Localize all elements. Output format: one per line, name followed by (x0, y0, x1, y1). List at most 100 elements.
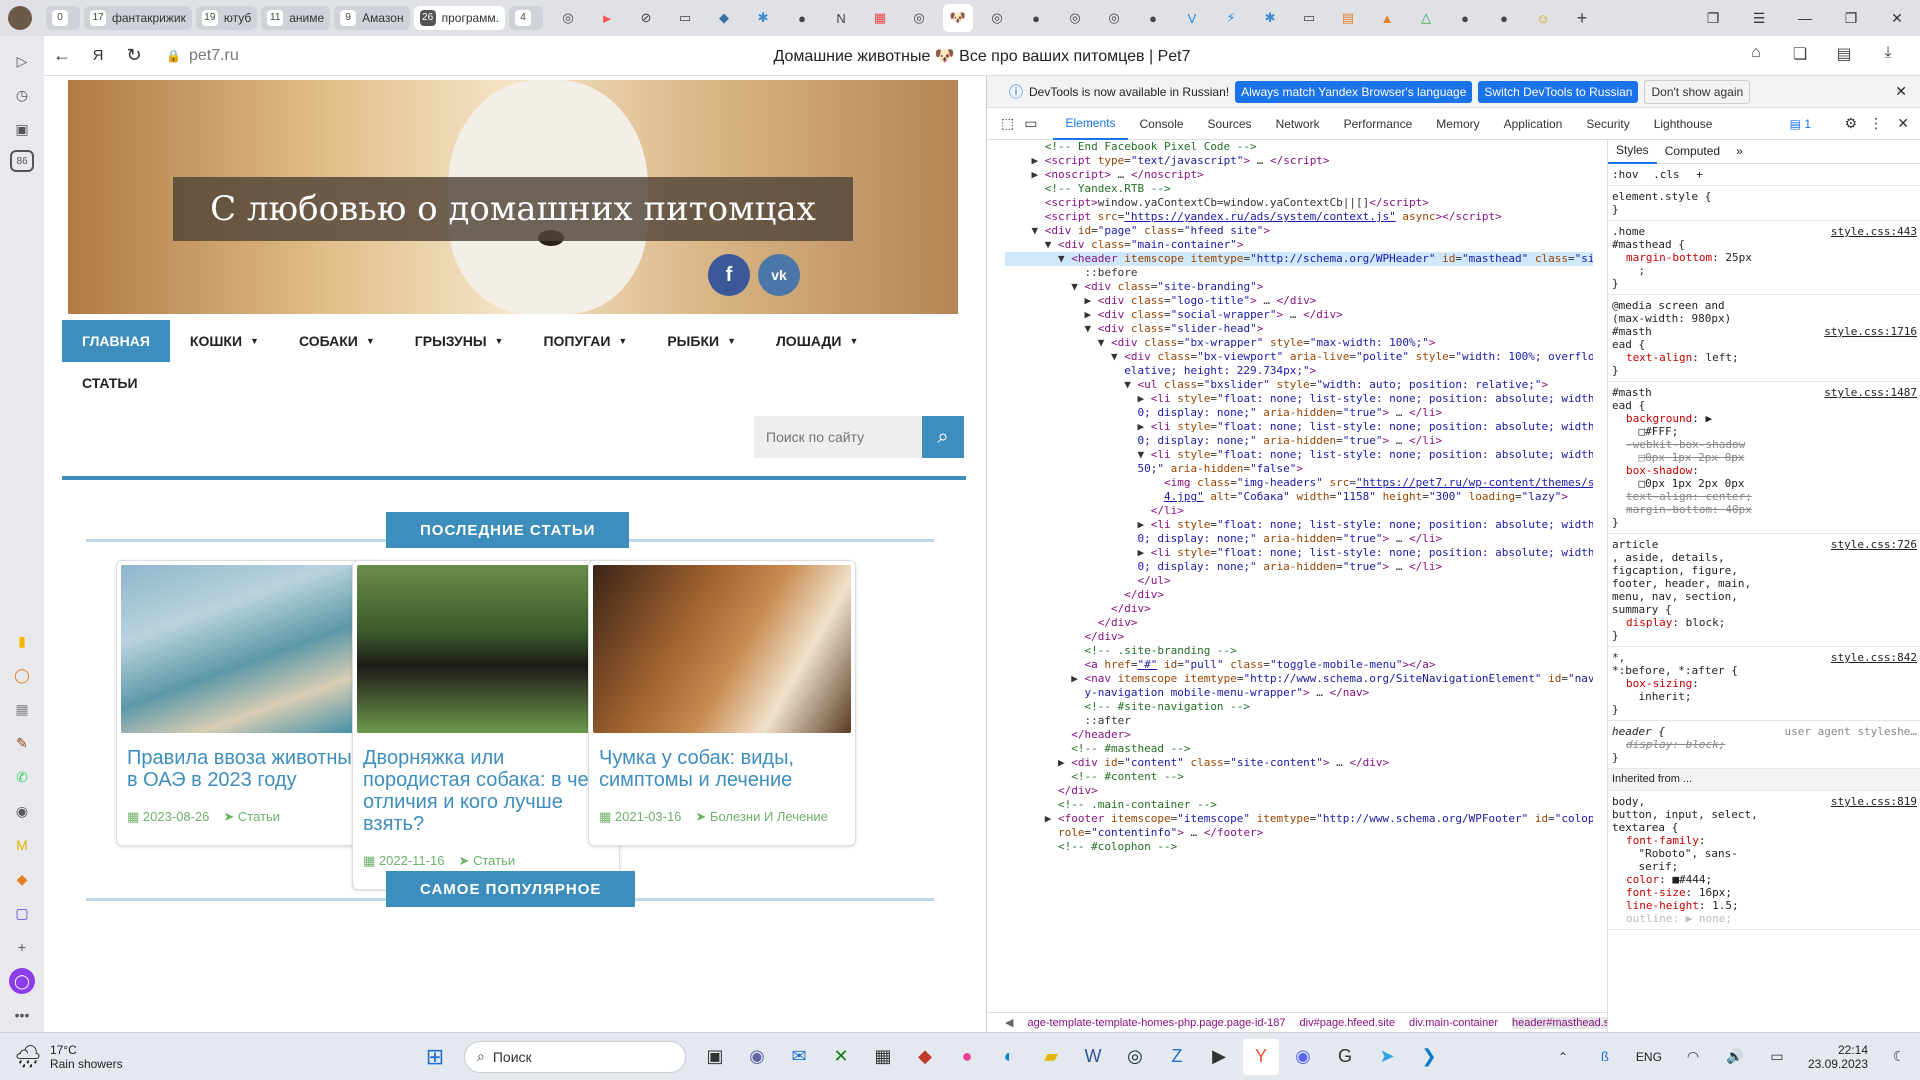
github-tab-icon-4[interactable]: ● (1489, 4, 1519, 32)
circle-tab-icon[interactable]: ● (1450, 4, 1480, 32)
explorer-icon[interactable]: ▰ (1033, 1039, 1069, 1075)
app-tab-icon-2[interactable]: ✱ (1255, 4, 1285, 32)
nav-item[interactable]: ЛОШАДИ ▼ (756, 320, 878, 362)
z-app-icon[interactable]: Z (1159, 1039, 1195, 1075)
devtools-tab[interactable]: Network (1264, 108, 1332, 140)
app-icon-1[interactable]: ▮ (9, 628, 35, 654)
back-icon[interactable]: ← (44, 45, 80, 66)
dom-line[interactable]: ▼ <ul class="bxslider" style="width: aut… (1005, 378, 1593, 392)
share-tab-icon[interactable]: ⚡ (1216, 4, 1246, 32)
dom-line[interactable]: <!-- #site-navigation --> (1005, 700, 1593, 714)
dom-line[interactable]: elative; height: 229.734px;"> (1005, 364, 1593, 378)
paint-icon[interactable]: ● (949, 1039, 985, 1075)
tray-chevron-icon[interactable]: ⌃ (1545, 1039, 1581, 1075)
player-icon[interactable]: ▶ (1201, 1039, 1237, 1075)
style-rule[interactable]: user agent styleshe… header {display: blo… (1608, 721, 1920, 769)
scroll-left-icon[interactable]: ◀ (1005, 1016, 1013, 1029)
tab-computed[interactable]: Computed (1657, 145, 1728, 158)
bluetooth-icon[interactable]: ß (1587, 1039, 1623, 1075)
dom-line[interactable]: </div> (1005, 784, 1593, 798)
article-card[interactable]: Чумка у собак: виды, симптомы и лечение … (588, 560, 856, 846)
document-tab-icon-2[interactable]: ▭ (1294, 4, 1324, 32)
teams-icon[interactable]: ◉ (739, 1039, 775, 1075)
mail-icon[interactable]: ✉ (781, 1039, 817, 1075)
dom-line[interactable]: </header> (1005, 728, 1593, 742)
dom-line-selected[interactable]: ▼ <header itemscope itemtype="http://sch… (1005, 252, 1593, 266)
yandex-icon[interactable]: Я (80, 47, 116, 64)
dom-tree[interactable]: <!-- End Facebook Pixel Code --> ▶ <scri… (1005, 140, 1593, 1010)
search-input[interactable] (754, 416, 922, 458)
openai-tab-icon-3[interactable]: ◎ (982, 4, 1012, 32)
dom-line[interactable]: ▶ <footer itemscope="itemscope" itemtype… (1005, 812, 1593, 826)
clock[interactable]: 22:14 23.09.2023 (1808, 1043, 1868, 1071)
dom-line[interactable]: ▼ <div class="bx-viewport" aria-live="po… (1005, 350, 1593, 364)
tabs-icon[interactable]: ❐ (1690, 10, 1736, 27)
hov-toggle[interactable]: :hov (1612, 168, 1639, 181)
breadcrumb-item[interactable]: age-template-template-homes-php.page.pag… (1027, 1017, 1285, 1029)
dom-line[interactable]: <img class="img-headers" src="https://pe… (1005, 476, 1593, 490)
edge-icon[interactable]: ◐ (991, 1039, 1027, 1075)
nav-item[interactable]: СОБАКИ ▼ (279, 320, 395, 362)
dom-line[interactable]: <!-- .main-container --> (1005, 798, 1593, 812)
article-category[interactable]: Статьи (238, 809, 280, 824)
dom-line[interactable]: ▶ <script type="text/javascript"> … </sc… (1005, 154, 1593, 168)
style-rule[interactable]: style.css:443 .home #masthead {margin-bott… (1608, 221, 1920, 295)
pet7-tab-icon[interactable]: 🐶 (943, 4, 974, 32)
dom-line[interactable]: <!-- #masthead --> (1005, 742, 1593, 756)
facebook-icon[interactable]: f (708, 254, 750, 296)
nav-item[interactable]: КОШКИ ▼ (170, 320, 279, 362)
url-field[interactable]: 🔒 pet7.ru (166, 47, 239, 65)
device-icon[interactable]: ▭ (1024, 115, 1037, 132)
dom-line[interactable]: </div> (1005, 602, 1593, 616)
notion-tab-icon[interactable]: N (826, 4, 856, 32)
profile-avatar[interactable] (8, 6, 32, 30)
dom-line[interactable]: </div> (1005, 616, 1593, 630)
style-rule[interactable]: style.css:1487 #masth ead {background: ▶ □… (1608, 382, 1920, 534)
dom-line[interactable]: </li> (1005, 504, 1593, 518)
article-title[interactable]: Чумка у собак: виды, симптомы и лечение (599, 747, 845, 791)
dom-line[interactable]: 0; display: none;" aria-hidden="true"> …… (1005, 406, 1593, 420)
tab-group[interactable]: 9 Амазон (334, 6, 410, 30)
telegram-icon[interactable]: ➤ (1369, 1039, 1405, 1075)
settings-icon[interactable]: ⚙ (1844, 115, 1857, 132)
dom-line[interactable]: ▼ <div class="main-container"> (1005, 238, 1593, 252)
screenshot-icon[interactable]: ▣ (9, 116, 35, 142)
dom-line[interactable]: ▼ <div class="slider-head"> (1005, 322, 1593, 336)
category-label[interactable]: ➤ Статьи (223, 809, 280, 825)
openai-tab-icon-4[interactable]: ◎ (1060, 4, 1090, 32)
style-rule[interactable]: @media screen and (max-width: 980px) style… (1608, 295, 1920, 382)
tab-styles[interactable]: Styles (1608, 140, 1657, 164)
close-banner-icon[interactable]: ✕ (1895, 83, 1907, 100)
breadcrumb-item[interactable]: header#masthead.site-header (1512, 1016, 1607, 1029)
search-button[interactable]: ⌕ (922, 416, 964, 458)
counter-badge[interactable]: 86 (10, 150, 34, 172)
emoji-tab-icon[interactable]: ☺ (1528, 4, 1558, 32)
nav-item[interactable]: РЫБКИ ▼ (647, 320, 756, 362)
dom-line[interactable]: role="contentinfo"> … </footer> (1005, 826, 1593, 840)
match-language-button[interactable]: Always match Yandex Browser's language (1235, 80, 1473, 103)
dom-line[interactable]: ::after (1005, 714, 1593, 728)
dom-line[interactable]: ▶ <noscript> … </noscript> (1005, 168, 1593, 182)
app-icon-2[interactable]: ◯ (9, 662, 35, 688)
more-icon[interactable]: ••• (9, 1002, 35, 1028)
more-tabs-icon[interactable]: » (1728, 145, 1751, 158)
nav-item[interactable]: ГРЫЗУНЫ ▼ (395, 320, 524, 362)
article-category[interactable]: Статьи (473, 853, 515, 868)
openai-tab-icon[interactable]: ◎ (553, 4, 583, 32)
blocked-tab-icon[interactable]: ⊘ (631, 4, 661, 32)
app-tab-icon[interactable]: ✱ (748, 4, 778, 32)
cls-toggle[interactable]: .cls (1653, 168, 1680, 181)
openai-tab-icon-2[interactable]: ◎ (904, 4, 934, 32)
weather-widget[interactable]: 🌧 17°C Rain showers (14, 1043, 414, 1071)
app-g-icon[interactable]: G (1327, 1039, 1363, 1075)
dom-line[interactable]: ▶ <li style="float: none; list-style: no… (1005, 518, 1593, 532)
reload-icon[interactable]: ↻ (116, 45, 152, 66)
dom-line[interactable]: </div> (1005, 630, 1593, 644)
devtools-tab[interactable]: Security (1574, 108, 1641, 140)
dom-line[interactable]: <a href="#" id="pull" class="toggle-mobi… (1005, 658, 1593, 672)
new-tab-button[interactable]: + (1567, 4, 1597, 32)
menu-icon[interactable]: ☰ (1736, 10, 1782, 27)
nav-item[interactable]: ГЛАВНАЯ (62, 320, 170, 362)
tab-group[interactable]: 0 (46, 6, 80, 30)
language-indicator[interactable]: ENG (1636, 1050, 1662, 1064)
